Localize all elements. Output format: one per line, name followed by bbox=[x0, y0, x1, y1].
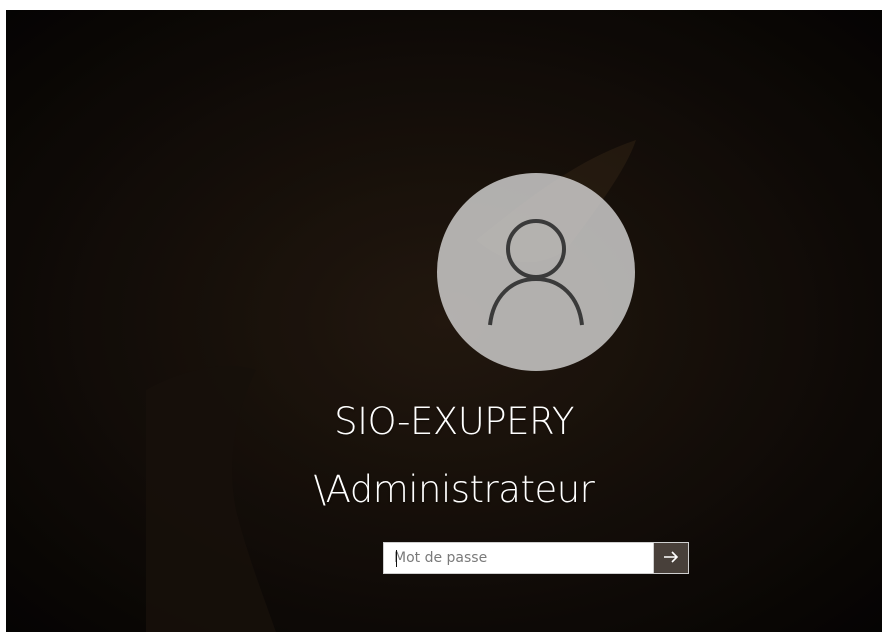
lock-screen: SIO-EXUPERY \Administrateur bbox=[6, 10, 882, 632]
wallpaper bbox=[6, 10, 882, 632]
password-row bbox=[383, 542, 690, 576]
user-avatar bbox=[437, 173, 635, 371]
username-line2: \Administrateur bbox=[313, 468, 595, 511]
submit-button[interactable] bbox=[653, 542, 689, 574]
password-input[interactable] bbox=[383, 542, 653, 574]
text-caret bbox=[396, 550, 397, 567]
username-line1: SIO-EXUPERY bbox=[334, 400, 574, 443]
user-icon bbox=[481, 217, 591, 327]
arrow-right-icon bbox=[663, 549, 679, 568]
